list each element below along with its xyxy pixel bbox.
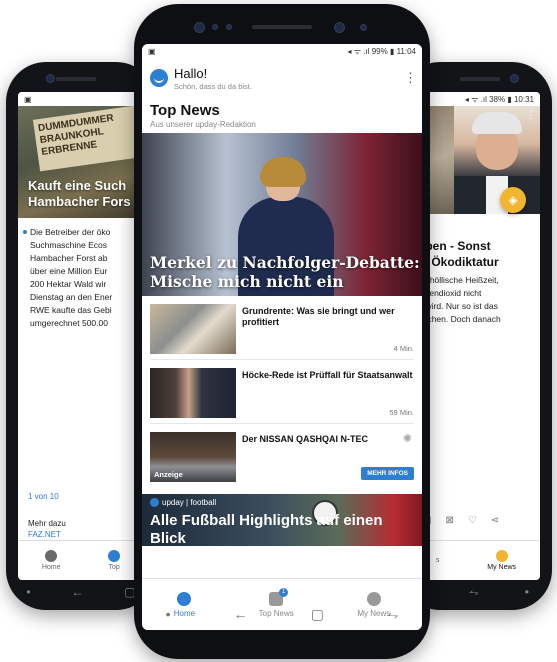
center-screen: ▣ ◂ ᯤ .ıl 99% ▮ 11:04 Hallo! Schön, dass… bbox=[142, 44, 422, 630]
notification-badge: 1 bbox=[279, 587, 289, 597]
nav-my-news[interactable]: My News bbox=[487, 550, 516, 571]
dot-icon: • bbox=[26, 585, 31, 599]
hero-headline: Merkel zu Nachfolger-Debatte: Mische mic… bbox=[150, 253, 420, 291]
notification-icon: ▣ bbox=[24, 94, 32, 104]
ad-item[interactable]: Anzeige Der NISSAN QASHQAI N-TEC ✺ MEHR … bbox=[150, 424, 414, 488]
sensor-dot bbox=[360, 24, 367, 31]
sensor-dot bbox=[212, 24, 218, 30]
hero-article[interactable]: Merkel zu Nachfolger-Debatte: Mische mic… bbox=[142, 133, 422, 296]
center-phone: ▣ ◂ ᯤ .ıl 99% ▮ 11:04 Hallo! Schön, dass… bbox=[134, 4, 430, 659]
like-icon[interactable]: ♡ bbox=[468, 515, 477, 526]
my-news-icon bbox=[495, 550, 508, 562]
protest-sign: DUMMDUMMER BRAUNKOHL ERBRENNE bbox=[32, 106, 144, 172]
home-square-icon[interactable]: ▢ bbox=[311, 606, 324, 623]
iris-scanner bbox=[194, 22, 205, 33]
notification-icon: ▣ bbox=[148, 46, 156, 56]
article-thumbnail bbox=[150, 368, 236, 418]
ad-thumbnail: Anzeige bbox=[150, 432, 236, 482]
sensor-dot bbox=[226, 24, 232, 30]
stack-icon[interactable]: ◈ bbox=[500, 187, 526, 213]
bottom-nav: s My News bbox=[412, 540, 540, 580]
greeting: Hallo! Schön, dass du da bist. bbox=[174, 66, 398, 91]
nav-top-news[interactable]: Top bbox=[108, 550, 121, 571]
article-summary: Die Betreiber der öko Suchmaschine Ecos … bbox=[18, 218, 144, 330]
hardware-nav: • ← ▢ ⥊ bbox=[134, 602, 430, 626]
dot-icon: • bbox=[165, 606, 171, 622]
recents-icon[interactable]: ⥊ bbox=[469, 585, 479, 600]
right-screen: ◂ ᯤ .ıl 38% ▮ 10:31 ⋮ ◈ ppen - Sonst ie … bbox=[412, 92, 540, 580]
section-title: Top News bbox=[150, 102, 220, 119]
status-bar: ▣ ◂ ᯤ .ıl 99% ▮ 11:04 bbox=[142, 44, 422, 58]
ad-label: Anzeige bbox=[154, 470, 183, 479]
hero-image[interactable]: DUMMDUMMER BRAUNKOHL ERBRENNE Kauft eine… bbox=[18, 106, 144, 218]
upday-logo-icon bbox=[150, 69, 168, 87]
article-title: Höcke-Rede ist Prüffall für Staatsanwalt bbox=[242, 370, 413, 380]
status-right: ◂ ᯤ .ıl 38% ▮ 10:31 bbox=[464, 94, 534, 104]
front-camera bbox=[46, 74, 55, 83]
top-news-icon bbox=[108, 550, 121, 562]
channel-tag: upday | football bbox=[150, 498, 216, 507]
article-actions: ▯ ⊠ ♡ ⋖ bbox=[412, 510, 540, 530]
football-card[interactable]: upday | football Alle Fußball Highlights… bbox=[142, 494, 422, 546]
article-time: 59 Min. bbox=[389, 408, 414, 417]
more-label: Mehr dazu bbox=[28, 519, 66, 528]
more-vert-icon[interactable]: ⋮ bbox=[526, 110, 536, 121]
recents-icon[interactable]: ⥊ bbox=[387, 606, 398, 623]
status-bar: ▣ bbox=[18, 92, 144, 106]
article-headline: ppen - Sonst ie Ökodiktatur bbox=[418, 239, 499, 269]
article-thumbnail bbox=[150, 304, 236, 354]
front-camera bbox=[334, 22, 345, 33]
share-icon[interactable]: ⋖ bbox=[491, 515, 499, 526]
greeting-subtitle: Schön, dass du da bist. bbox=[174, 81, 252, 91]
more-info-button[interactable]: MEHR INFOS bbox=[361, 467, 414, 480]
status-bar: ◂ ᯤ .ıl 38% ▮ 10:31 bbox=[412, 92, 540, 106]
nav-home[interactable]: Home bbox=[42, 550, 61, 571]
dismiss-icon[interactable]: ⊠ bbox=[446, 515, 454, 526]
speaker-grille bbox=[252, 25, 312, 29]
football-headline: Alle Fußball Highlights auf einen Blick bbox=[150, 512, 383, 546]
article-summary: he höllische Heißzeit, ohlendioxid nicht… bbox=[418, 275, 501, 324]
section-subtitle: Aus unserer upday-Redaktion bbox=[150, 120, 256, 129]
hero-headline: Kauft eine Such Hambacher Fors bbox=[28, 178, 131, 209]
article-time: 4 Min. bbox=[393, 344, 414, 353]
front-camera bbox=[510, 74, 519, 83]
app-header: Hallo! Schön, dass du da bist. ⋮ bbox=[142, 58, 422, 98]
home-icon bbox=[45, 550, 58, 562]
source-link[interactable]: FAZ.NET bbox=[28, 529, 66, 540]
dot-icon: • bbox=[524, 585, 529, 599]
bullet-icon bbox=[23, 230, 27, 234]
status-right: ◂ ᯤ .ıl 99% ▮ 11:04 bbox=[347, 46, 416, 56]
article-title: Grundrente: Was sie bringt und wer profi… bbox=[242, 306, 395, 327]
speaker-grille bbox=[56, 77, 96, 81]
portrait-photo bbox=[454, 106, 540, 214]
left-screen: ▣ DUMMDUMMER BRAUNKOHL ERBRENNE Kauft ei… bbox=[18, 92, 144, 580]
back-icon[interactable]: ← bbox=[234, 606, 248, 622]
list-item[interactable]: Höcke-Rede ist Prüffall für Staatsanwalt… bbox=[150, 360, 414, 424]
loading-icon: ✺ bbox=[402, 433, 412, 445]
bottom-nav: Home Top bbox=[18, 540, 144, 580]
phone-top-bezel bbox=[134, 16, 430, 36]
pager-indicator: 1 von 10 bbox=[28, 492, 59, 501]
more-vert-icon[interactable]: ⋮ bbox=[404, 71, 417, 84]
ad-title: Der NISSAN QASHQAI N-TEC bbox=[242, 434, 369, 444]
upday-logo-icon bbox=[150, 498, 159, 507]
greeting-title: Hallo! bbox=[174, 65, 208, 81]
back-icon[interactable]: ← bbox=[71, 585, 83, 599]
more-info[interactable]: Mehr dazu FAZ.NET bbox=[28, 518, 66, 540]
list-item[interactable]: Grundrente: Was sie bringt und wer profi… bbox=[150, 296, 414, 360]
nav-top-news[interactable]: s bbox=[436, 557, 440, 564]
speaker-grille bbox=[460, 77, 500, 81]
